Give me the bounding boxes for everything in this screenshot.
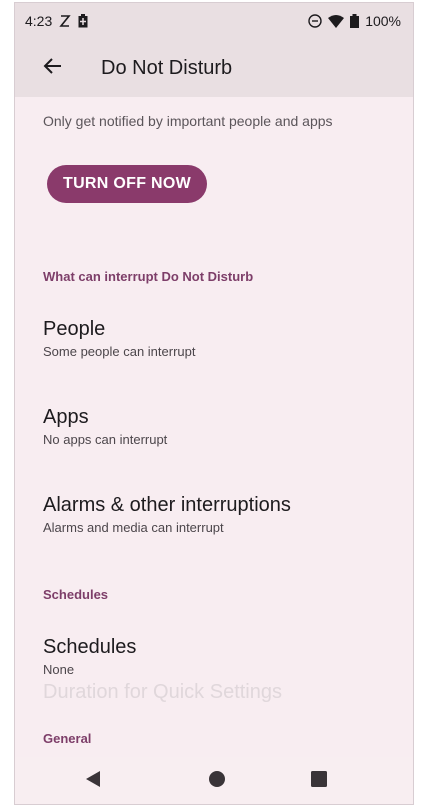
dnd-icon [308, 14, 322, 28]
pref-apps-summary: No apps can interrupt [43, 432, 168, 447]
arrow-left-icon [43, 57, 63, 80]
battery-percent: 100% [365, 13, 401, 29]
battery-icon [350, 14, 360, 28]
dnd-summary: Only get notified by important people an… [43, 113, 333, 129]
pref-schedules-summary: None [43, 662, 75, 677]
status-time: 4:23 [25, 13, 53, 29]
back-button[interactable] [29, 44, 77, 92]
pref-schedules-title: Schedules [43, 636, 137, 658]
toolbar: Do Not Disturb [15, 39, 413, 97]
status-bar: 4:23 100% [15, 3, 413, 39]
section-header-interrupt: What can interrupt Do Not Disturb [43, 269, 254, 284]
pref-apps-title: Apps [43, 406, 89, 428]
pref-alarms[interactable]: Alarms & other interruptions Alarms and … [43, 493, 393, 535]
page-title: Do Not Disturb [101, 56, 233, 79]
sync-icon [59, 14, 71, 28]
pref-people-summary: Some people can interrupt [43, 344, 196, 359]
nav-recents-button[interactable] [305, 769, 333, 793]
pref-people-title: People [43, 318, 106, 340]
settings-list: Only get notified by important people an… [15, 97, 413, 757]
nav-home-button[interactable] [203, 769, 231, 793]
battery-saver-icon [78, 14, 88, 28]
pref-apps[interactable]: Apps No apps can interrupt [43, 405, 393, 447]
section-header-schedules: Schedules [43, 587, 109, 602]
turn-off-now-button[interactable]: TURN OFF NOW [47, 165, 208, 203]
wifi-icon [328, 14, 345, 28]
pref-schedules[interactable]: Schedules None [43, 635, 393, 677]
pref-people[interactable]: People Some people can interrupt [43, 317, 393, 359]
section-header-general: General [43, 731, 92, 746]
navigation-bar [15, 757, 413, 804]
nav-back-button[interactable] [79, 769, 107, 793]
pref-alarms-title: Alarms & other interruptions [43, 494, 291, 516]
home-circle-icon [208, 770, 226, 793]
recents-square-icon [311, 770, 327, 792]
pref-duration-quick-settings[interactable]: Duration for Quick Settings [43, 681, 282, 704]
back-triangle-icon [85, 770, 101, 793]
pref-alarms-summary: Alarms and media can interrupt [43, 520, 224, 535]
phone-screen: 4:23 100% Do Not Disturb Only get notifi… [14, 2, 414, 805]
